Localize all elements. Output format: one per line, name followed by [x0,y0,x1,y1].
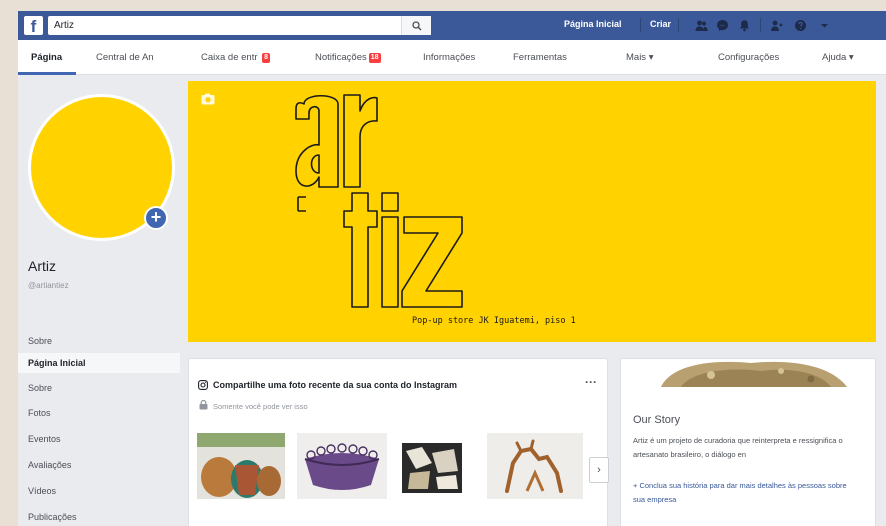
sidebar-item-videos[interactable]: Vídeos [28,486,56,496]
sidebar-item-about-header[interactable]: Sobre [28,336,52,346]
tab-inbox[interactable]: Caixa de entr 8 [201,52,271,63]
lock-icon [199,400,208,410]
dropdown-icon[interactable] [818,19,831,32]
facebook-window: f Artiz Página Inicial Criar Página Cent… [18,11,886,526]
artiz-logo [295,94,463,308]
sidebar-item-photos[interactable]: Fotos [28,408,51,418]
tab-notifications[interactable]: Notificações 18 [315,52,381,63]
story-image [651,359,851,387]
nav-separator [760,18,761,32]
search-button[interactable] [401,16,431,35]
complete-story-link[interactable]: + Conclua sua história para dar mais det… [633,479,858,507]
privacy-note: Somente você pode ver isso [213,402,308,411]
instagram-photo-bowl[interactable] [297,433,387,499]
instagram-share-card: Compartilhe uma foto recente da sua cont… [188,358,609,526]
tab-insights[interactable]: Informações [423,52,475,63]
page-name[interactable]: Artiz [28,258,56,274]
instagram-photo-baskets[interactable] [197,433,285,499]
sidebar-item-about[interactable]: Sobre [28,383,52,393]
search-icon [411,20,421,30]
instagram-card-title: Compartilhe uma foto recente da sua cont… [213,380,458,390]
our-story-card[interactable]: Our Story Artiz é um projeto de curadori… [620,358,876,526]
nav-separator [640,18,641,32]
home-link[interactable]: Página Inicial [564,19,622,29]
friend-requests-icon[interactable] [770,19,783,32]
add-profile-photo-button[interactable]: + [144,206,168,230]
messenger-icon[interactable] [716,19,729,32]
tab-notifications-label: Notificações [315,52,367,63]
sidebar-item-reviews[interactable]: Avaliações [28,460,71,470]
tab-creator-studio[interactable]: Central de An [96,52,154,63]
facebook-logo[interactable]: f [24,16,43,35]
tab-page[interactable]: Página [31,52,62,63]
instagram-photo-wood-sculpture[interactable] [487,433,583,499]
story-text: Artiz é um projeto de curadoria que rein… [633,436,843,459]
instagram-photo-pattern[interactable] [402,443,462,493]
tab-inbox-label: Caixa de entr [201,52,258,63]
more-options-button[interactable]: ··· [585,375,597,389]
page-tabs: Página Central de An Caixa de entr 8 Not… [18,40,886,75]
page-handle[interactable]: @artiantiez [28,281,69,290]
story-title: Our Story [633,414,681,426]
tab-help[interactable]: Ajuda ▾ [822,52,854,63]
notifications-badge: 18 [368,53,381,63]
tab-tools[interactable]: Ferramentas [513,52,567,63]
cover-caption: Pop-up store JK Iguatemi, piso 1 [412,316,576,326]
notifications-icon[interactable] [738,19,751,32]
sidebar-item-events[interactable]: Eventos [28,434,61,444]
nav-separator [678,18,679,32]
inbox-badge: 8 [262,53,271,63]
instagram-icon [198,380,208,390]
tab-settings[interactable]: Configurações [718,52,779,63]
create-link[interactable]: Criar [650,19,671,29]
search-input[interactable]: Artiz [48,16,431,35]
sidebar-item-home[interactable]: Página Inicial [28,358,86,368]
sidebar-item-posts[interactable]: Publicações [28,512,77,522]
people-icon[interactable] [695,19,708,32]
cover-photo[interactable]: Pop-up store JK Iguatemi, piso 1 [188,81,876,342]
tab-more[interactable]: Mais ▾ [626,52,653,63]
top-navigation-bar: f Artiz Página Inicial Criar [18,11,886,40]
active-tab-indicator [18,72,76,75]
help-icon[interactable] [794,19,807,32]
search-input-value: Artiz [54,20,74,31]
carousel-next-button[interactable]: › [589,457,609,483]
